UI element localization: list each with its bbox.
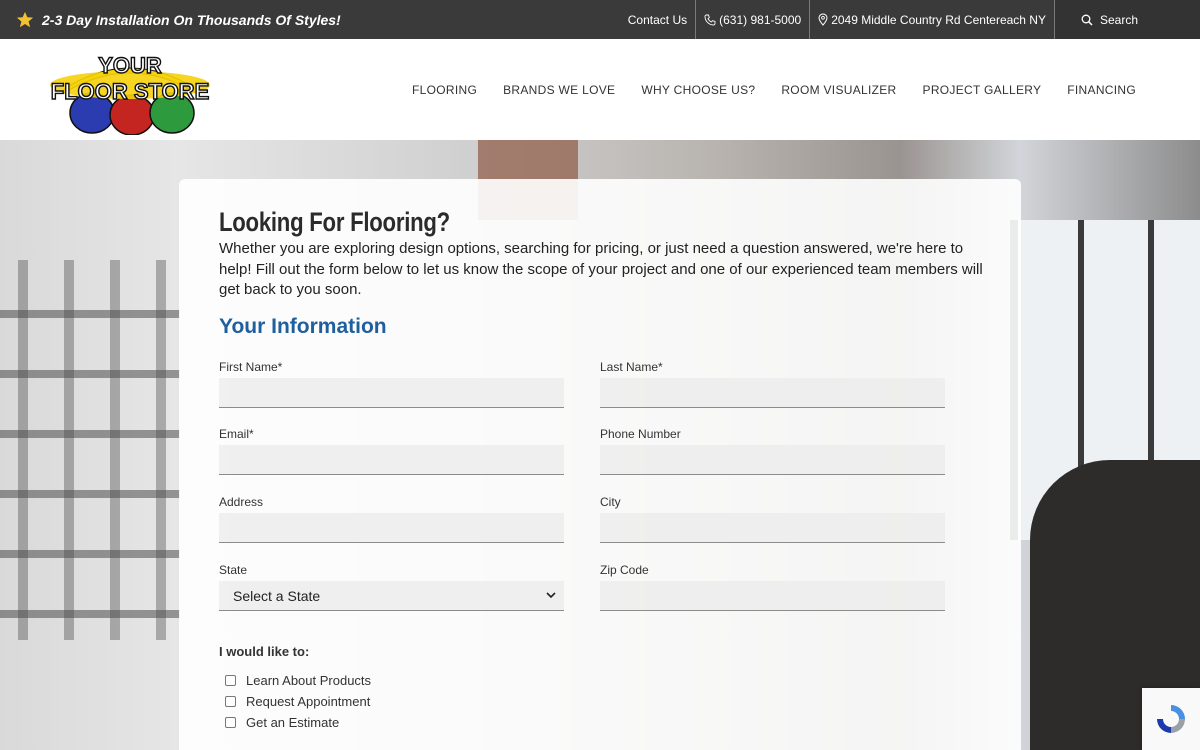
phone-icon [704, 14, 716, 25]
promo-banner: 2-3 Day Installation On Thousands Of Sty… [0, 0, 341, 39]
like-to-heading: I would like to: [219, 644, 310, 659]
last-name-label: Last Name* [600, 360, 663, 374]
first-name-input[interactable] [219, 378, 564, 408]
first-name-label: First Name* [219, 360, 283, 374]
option-label: Request Appointment [246, 694, 371, 709]
main-nav: FLOORING BRANDS WE LOVE WHY CHOOSE US? R… [412, 39, 1136, 140]
map-pin-icon [818, 13, 828, 26]
star-icon [16, 11, 34, 27]
phone-label-field: Phone Number [600, 427, 681, 441]
nav-brands-we-love[interactable]: BRANDS WE LOVE [503, 83, 615, 97]
phone-link[interactable]: (631) 981-5000 [695, 0, 809, 39]
email-group: Email* [219, 427, 564, 475]
recaptcha-icon [1157, 705, 1185, 733]
option-request-appointment[interactable]: Request Appointment [225, 691, 371, 712]
site-header: YOUR FLOOR STORE FLOORING BRANDS WE LOVE… [0, 39, 1200, 140]
zip-label: Zip Code [600, 563, 649, 577]
email-input[interactable] [219, 445, 564, 475]
logo-line1: YOUR [98, 53, 162, 78]
option-label: Get an Estimate [246, 715, 340, 730]
nav-project-gallery[interactable]: PROJECT GALLERY [923, 83, 1042, 97]
store-logo[interactable]: YOUR FLOOR STORE [44, 49, 216, 135]
state-select[interactable]: Select a State [219, 581, 564, 611]
options-list: Learn About Products Request Appointment… [225, 670, 371, 733]
contact-us-label: Contact Us [627, 12, 688, 27]
nav-flooring[interactable]: FLOORING [412, 83, 477, 97]
recaptcha-badge[interactable] [1142, 688, 1200, 750]
contact-form-card: Looking For Flooring? Whether you are ex… [179, 179, 1021, 750]
contact-us-link[interactable]: Contact Us [620, 0, 695, 39]
section-title: Your Information [219, 315, 387, 338]
top-links: Contact Us (631) 981-5000 2049 Middle Co… [620, 0, 1200, 39]
zip-group: Zip Code [600, 563, 945, 611]
last-name-input[interactable] [600, 378, 945, 408]
search-label: Search [1099, 12, 1138, 27]
address-label: 2049 Middle Country Rd Centereach NY [831, 12, 1046, 27]
checkbox[interactable] [225, 675, 236, 686]
phone-input[interactable] [600, 445, 945, 475]
state-group: State Select a State [219, 563, 564, 611]
address-label-field: Address [219, 495, 264, 509]
state-selected-value: Select a State [233, 587, 321, 604]
city-group: City [600, 495, 945, 543]
option-get-an-estimate[interactable]: Get an Estimate [225, 712, 371, 733]
tile-wall-image [0, 260, 180, 640]
phone-group: Phone Number [600, 427, 945, 475]
nav-why-choose-us[interactable]: WHY CHOOSE US? [641, 83, 755, 97]
checkbox[interactable] [225, 696, 236, 707]
last-name-group: Last Name* [600, 360, 945, 408]
search-icon [1081, 14, 1093, 26]
address-input[interactable] [219, 513, 564, 543]
search-button[interactable]: Search [1053, 0, 1200, 39]
form-title: Looking For Flooring? [219, 207, 450, 237]
address-group: Address [219, 495, 564, 543]
top-bar: 2-3 Day Installation On Thousands Of Sty… [0, 0, 1200, 39]
checkbox[interactable] [225, 717, 236, 728]
zip-input[interactable] [600, 581, 945, 611]
city-label: City [600, 495, 621, 509]
email-label: Email* [219, 427, 254, 441]
first-name-group: First Name* [219, 360, 564, 408]
nav-financing[interactable]: FINANCING [1067, 83, 1136, 97]
chevron-down-icon [546, 592, 556, 599]
address-link[interactable]: 2049 Middle Country Rd Centereach NY [809, 0, 1054, 39]
logo-line2: FLOOR STORE [51, 79, 210, 104]
option-label: Learn About Products [246, 673, 372, 688]
promo-text: 2-3 Day Installation On Thousands Of Sty… [42, 11, 341, 28]
option-learn-about-products[interactable]: Learn About Products [225, 670, 371, 691]
form-intro: Whether you are exploring design options… [219, 240, 983, 298]
state-label: State [219, 563, 248, 577]
nav-room-visualizer[interactable]: ROOM VISUALIZER [781, 83, 896, 97]
city-input[interactable] [600, 513, 945, 543]
phone-label: (631) 981-5000 [719, 12, 802, 27]
